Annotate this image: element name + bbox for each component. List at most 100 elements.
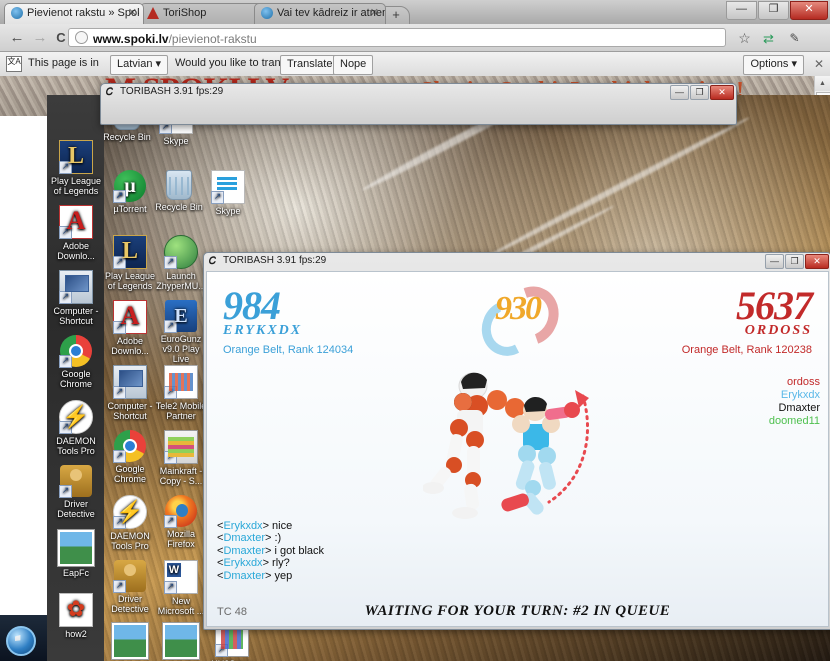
desktop-icon-eapfc-front[interactable]: EapFc	[50, 530, 102, 578]
desktop-icon-daemon-tools[interactable]: ↗ DAEMON Tools Pro	[104, 495, 156, 551]
toribash-game-viewport[interactable]: 984 ERYKXDX Orange Belt, Rank 124034 563…	[206, 271, 829, 627]
desktop-icon-recycle-bin-2[interactable]: Recycle Bin	[153, 170, 205, 212]
desktop-icon-label: Mainkraft - Copy - S...	[159, 466, 203, 486]
computer-icon: ↗	[59, 270, 93, 304]
new-tab-button[interactable]: +	[382, 6, 410, 25]
page-info-icon[interactable]	[75, 31, 88, 44]
queue-status-text: WAITING FOR YOUR TURN: #2 IN QUEUE	[364, 603, 671, 619]
back-button[interactable]: ←	[8, 29, 26, 47]
desktop-icon-league-of-legends[interactable]: ↗ Play League of Legends	[104, 235, 156, 291]
shortcut-arrow-icon: ↗	[59, 226, 72, 239]
translate-icon[interactable]: ⇄	[759, 29, 778, 48]
close-button[interactable]: ✕	[805, 254, 829, 269]
omnibox-host: www.spoki.lv	[93, 32, 169, 46]
daemon-tools-icon: ↗	[113, 495, 147, 529]
toribash-game-window[interactable]: 𝐶 TORIBASH 3.91 fps:29 — ❐ ✕ 984 ERYKXDX …	[203, 252, 830, 630]
desktop-icon-label: µTorrent	[113, 204, 147, 214]
desktop-icon-driver-detective[interactable]: ↗ Driver Detective	[104, 560, 156, 614]
wrench-menu-icon[interactable]: ✎	[785, 29, 804, 48]
utorrent-icon: µ↗	[113, 170, 146, 203]
desktop-icon-computer[interactable]: ↗ Computer - Shortcut	[104, 365, 156, 421]
tab-label: ToriShop	[163, 7, 207, 19]
adobe-icon: ↗	[113, 299, 147, 334]
desktop-icon-label: Computer - Shortcut	[53, 306, 99, 326]
driver-detective-icon: ↗	[113, 560, 146, 593]
tele2-icon: ↗	[164, 365, 198, 399]
desktop-icon-label: Skype	[215, 206, 241, 216]
infobar-close-icon[interactable]: ✕	[814, 57, 824, 71]
minimize-button[interactable]: —	[670, 85, 689, 100]
photo-icon	[112, 623, 148, 659]
start-button-orb[interactable]	[6, 626, 36, 656]
desktop-icon-chrome-front[interactable]: ↗ Google Chrome	[50, 335, 102, 389]
bookmark-star-icon[interactable]: ☆	[735, 29, 754, 48]
desktop-icon-label: Mozilla Firefox	[166, 529, 195, 549]
desktop-icon-computer-front[interactable]: ↗ Computer - Shortcut	[50, 270, 102, 326]
right-player-belt: Orange Belt, Rank 120238	[681, 344, 812, 356]
forward-button[interactable]: →	[31, 29, 49, 47]
browser-navigation-bar: ← → C www.spoki.lv/pievienot-rakstu ☆ ⇄ …	[0, 24, 830, 52]
chat-nick: Dmaxter	[223, 544, 265, 557]
browser-window-controls: — ❐ ✕	[726, 1, 828, 20]
desktop-foreground-layer: ↗ Play League of Legends ↗ Adobe Downlo.…	[47, 95, 104, 661]
desktop-icon-tele2[interactable]: ↗ Tele2 Mobile Partner	[155, 365, 207, 421]
desktop-icon-winrar[interactable]: ↗ Mainkraft - Copy - S...	[155, 430, 207, 486]
maximize-button[interactable]: ❐	[758, 1, 789, 20]
desktop-icon-skype-2[interactable]: ↗ Skype	[202, 170, 254, 216]
desktop-icon-label: Driver Detective	[57, 499, 95, 519]
maximize-button[interactable]: ❐	[690, 85, 709, 100]
player-list-item[interactable]: Dmaxter	[769, 402, 820, 415]
ragdoll-fighters	[421, 272, 613, 626]
shortcut-arrow-icon: ↗	[113, 256, 126, 269]
shortcut-arrow-icon: ↗	[164, 320, 177, 333]
scroll-up-icon[interactable]: ▲	[815, 76, 830, 91]
translate-infobar: 文A This page is in Latvian ▾ Would you l…	[0, 52, 830, 77]
chrome-icon: ↗	[59, 335, 92, 368]
player-list-item[interactable]: doomed11	[769, 415, 820, 428]
address-bar[interactable]: www.spoki.lv/pievienot-rakstu	[68, 28, 726, 47]
chat-message: <Dmaxter> i got black	[217, 544, 325, 557]
desktop-icon-adobe-front[interactable]: ↗ Adobe Downlo...	[50, 204, 102, 261]
toribash-window-background[interactable]: 𝐶 TORIBASH 3.91 fps:29 — ❐ ✕	[100, 83, 737, 125]
close-button[interactable]: ✕	[710, 85, 734, 100]
minimize-button[interactable]: —	[726, 1, 757, 20]
desktop-icon-driver-detective-front[interactable]: ↗ Driver Detective	[50, 465, 102, 519]
desktop-icon-eapfc-2[interactable]: Eapfc	[104, 623, 156, 661]
desktop-icon-label: EapFc	[62, 568, 89, 578]
desktop-icon-utorrent-2[interactable]: µ ↗ µTorrent	[104, 170, 156, 214]
toribash-app-icon: 𝐶	[106, 87, 114, 98]
ragdoll-svg	[421, 272, 589, 519]
shortcut-arrow-icon: ↗	[59, 421, 72, 434]
language-select[interactable]: Latvian ▾	[110, 55, 169, 75]
desktop-icon-whul7[interactable]: whUl7	[155, 623, 207, 661]
desktop-icon-label: DAEMON Tools Pro	[56, 436, 96, 456]
nope-button[interactable]: Nope	[333, 55, 374, 75]
desktop-icon-how2[interactable]: how2	[50, 592, 102, 639]
close-button[interactable]: ✕	[790, 1, 828, 20]
options-button[interactable]: Options ▾	[743, 55, 804, 75]
maximize-button[interactable]: ❐	[785, 254, 804, 269]
left-player-score: 984	[223, 283, 281, 328]
minimize-button[interactable]: —	[765, 254, 784, 269]
browser-tab-0[interactable]: ✕Pievienot rakstu » Spoki.lv	[4, 3, 144, 24]
desktop-icon-adobe[interactable]: ↗ Adobe Downlo...	[104, 299, 156, 356]
toribash-titlebar[interactable]: 𝐶 TORIBASH 3.91 fps:29 — ❐ ✕	[204, 253, 830, 271]
desktop-icon-zhypermu[interactable]: ↗ Launch ZhyperMU...	[155, 235, 207, 291]
desktop-icon-new-word-doc[interactable]: ↗ New Microsoft ...	[155, 560, 207, 616]
chat-nick: Dmaxter	[223, 569, 265, 582]
player-list-item[interactable]: Erykxdx	[769, 389, 820, 402]
shortcut-arrow-icon: ↗	[59, 161, 72, 174]
chat-message: <Dmaxter> yep	[217, 569, 293, 582]
browser-tab-2[interactable]: ✕Vai tev kādreiz ir atnemts or	[254, 3, 386, 24]
desktop-icon-chrome[interactable]: ↗ Google Chrome	[104, 430, 156, 484]
desktop-icon-label: DAEMON Tools Pro	[110, 531, 150, 551]
desktop-icon-daemon-tools-front[interactable]: ↗ DAEMON Tools Pro	[50, 400, 102, 456]
center-timer-logo: 930	[474, 277, 568, 363]
desktop-icon-eurogunz[interactable]: ↗ EuroGunz v9.0 Play Live	[155, 300, 207, 364]
player-list-item[interactable]: ordoss	[769, 376, 820, 389]
desktop-icon-league-of-legends-front[interactable]: ↗ Play League of Legends	[50, 140, 102, 196]
shortcut-arrow-icon: ↗	[164, 386, 177, 399]
desktop-icon-firefox[interactable]: ↗ Mozilla Firefox	[155, 495, 207, 549]
shortcut-arrow-icon: ↗	[113, 321, 126, 334]
translate-button[interactable]: Translate	[280, 55, 340, 75]
